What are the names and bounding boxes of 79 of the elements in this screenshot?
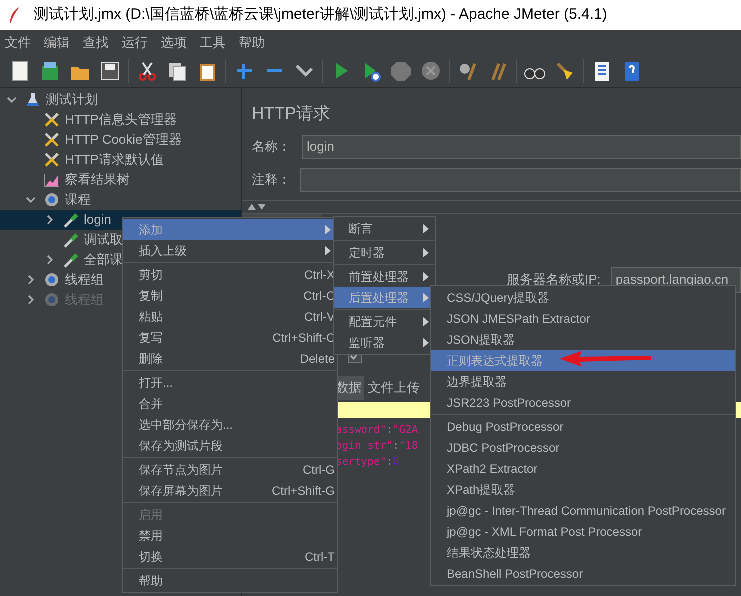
shutdown-icon[interactable] [420, 60, 442, 82]
menu-item[interactable]: XPath2 Extractor [431, 458, 735, 479]
crossed-tools-icon [44, 152, 60, 168]
menu-item[interactable]: 切换 Ctrl-T [123, 546, 337, 567]
chevron-down-icon[interactable] [7, 95, 17, 105]
menu-item[interactable]: 定时器 [334, 242, 435, 263]
menu-item[interactable]: BeanShell PostProcessor [431, 563, 735, 584]
gear-icon [44, 192, 60, 208]
tree-item[interactable]: 全部课 [84, 250, 123, 270]
gear-icon [44, 272, 60, 288]
field-label: 注释： [252, 170, 290, 189]
code-line: sertype":0 [336, 455, 400, 470]
menu-item[interactable]: JDBC PostProcessor [431, 437, 735, 458]
tree-item[interactable]: 课程 [65, 190, 91, 210]
menu-item[interactable]: 保存节点为图片 Ctrl-G [123, 459, 337, 480]
menu-item[interactable]: 结果状态处理器 [431, 542, 735, 563]
splitter-arrows-icon[interactable] [248, 204, 268, 210]
menu-item[interactable]: 复写 Ctrl+Shift-C [123, 327, 337, 348]
code-line: assword":"G2A [336, 423, 418, 438]
menu-item[interactable]: 保存为测试片段 [123, 435, 337, 456]
pipette-icon [63, 212, 79, 228]
pipette-icon [63, 252, 79, 268]
code-line: ogin_str":"18 [336, 439, 418, 454]
crossed-tools-icon [44, 132, 60, 148]
save-icon[interactable] [99, 60, 121, 82]
flask-icon [25, 92, 41, 108]
menu-item[interactable]: 运行 [120, 32, 150, 52]
menu-item[interactable]: jp@gc - Inter-Thread Communication PostProcessor [431, 500, 735, 521]
field-label: 名称： [252, 138, 290, 156]
menu-item[interactable]: 查找 [81, 32, 111, 52]
tree-item[interactable]: HTTP信息头管理器 [65, 110, 177, 130]
menu-item[interactable]: 剪切 Ctrl-X [123, 264, 337, 285]
menu-item[interactable]: 断言 [334, 218, 435, 239]
menu-item[interactable]: XPath提取器 [431, 479, 735, 500]
tab[interactable]: 文件上传 [366, 376, 422, 400]
menu-item[interactable]: 选项 [159, 32, 189, 52]
menu-item[interactable]: 插入上级 [123, 240, 337, 261]
stop-icon[interactable] [390, 60, 412, 82]
tree-item[interactable]: 线程组 [65, 270, 104, 290]
menu-item[interactable]: 保存屏幕为图片 Ctrl+Shift-G [123, 480, 337, 501]
feather-icon [8, 6, 22, 24]
chevron-right-icon[interactable] [26, 275, 36, 285]
tree-item[interactable]: login [84, 210, 112, 230]
broom-icon[interactable] [554, 60, 576, 82]
menu-item[interactable]: 禁用 [123, 525, 337, 546]
menu-item[interactable]: 前置处理器 [334, 266, 435, 287]
field-label: 服务器名称或IP: [507, 271, 601, 290]
menu-item[interactable]: 帮助 [123, 570, 337, 591]
scissors-icon[interactable] [136, 60, 158, 82]
menu-item[interactable]: Debug PostProcessor [431, 416, 735, 437]
templates-icon[interactable] [39, 60, 61, 82]
menu-item[interactable]: 工具 [198, 32, 228, 52]
pipette-icon [63, 232, 79, 248]
chevron-down-icon[interactable] [26, 195, 36, 205]
menu-item[interactable]: 删除 Delete [123, 348, 337, 369]
menu-item[interactable]: 边界提取器 [431, 371, 735, 392]
menu-item[interactable]: 选中部分保存为... [123, 414, 337, 435]
chart-icon [44, 172, 60, 188]
menu-item[interactable]: 编辑 [42, 32, 72, 52]
menu-item[interactable]: jp@gc - XML Format Post Processor [431, 521, 735, 542]
tree-item[interactable]: HTTP请求默认值 [65, 150, 164, 170]
copy-icon[interactable] [166, 60, 188, 82]
menu-item[interactable]: 打开... [123, 372, 337, 393]
menu-item[interactable]: 文件 [3, 32, 33, 52]
tree-item[interactable]: 调试取 [84, 230, 123, 250]
menu-item[interactable]: JSR223 PostProcessor [431, 392, 735, 413]
menu-item[interactable]: 合并 [123, 393, 337, 414]
chevron-right-icon[interactable] [45, 255, 55, 265]
tree-item[interactable]: 察看结果树 [65, 170, 130, 190]
crossed-tools-icon [44, 112, 60, 128]
chevron-right-icon[interactable] [45, 215, 55, 225]
tree-item[interactable]: HTTP Cookie管理器 [65, 130, 182, 150]
gear-icon [44, 292, 60, 308]
tree-item[interactable]: 测试计划 [46, 90, 98, 110]
menu-item[interactable]: 帮助 [237, 32, 267, 52]
comment-field[interactable] [300, 168, 741, 192]
window-title: 测试计划.jmx (D:\国信蓝桥\蓝桥云课\jmeter讲解\测试计划.jmx) - Apache JMeter (5.4.1) [34, 4, 608, 25]
panel-title: HTTP请求 [251, 103, 332, 125]
name-field[interactable]: login [302, 134, 741, 158]
